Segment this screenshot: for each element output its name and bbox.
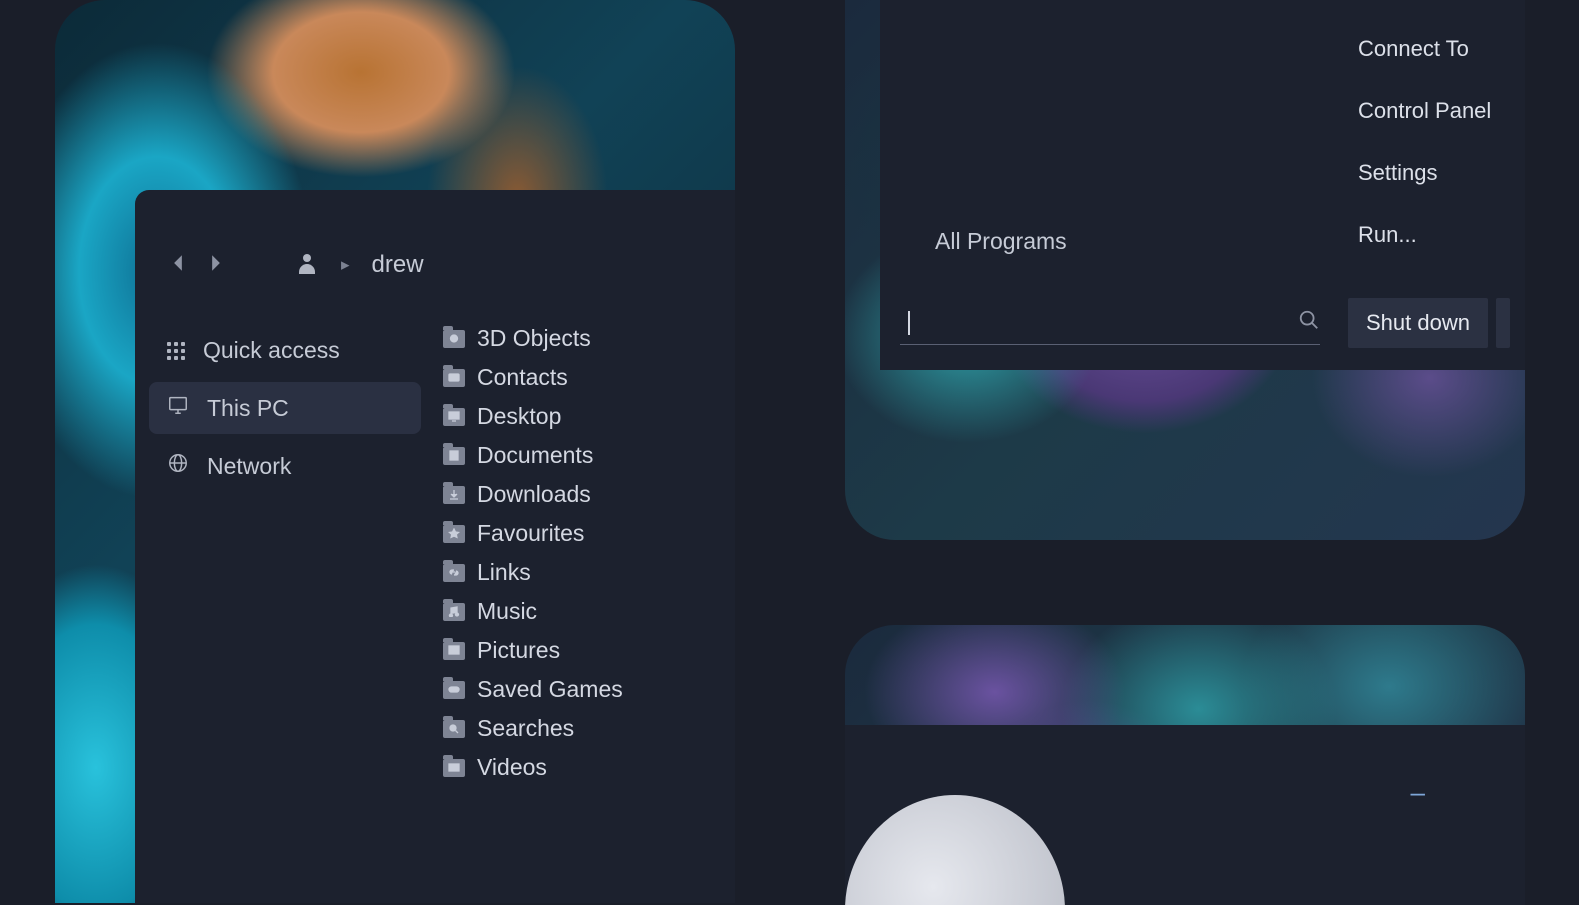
explorer-sidebar: Quick access This PC Network bbox=[135, 319, 435, 787]
folder-label: Pictures bbox=[477, 637, 560, 664]
left-preview-panel: ▸ drew Quick access This PC bbox=[55, 0, 735, 903]
folder-icon bbox=[443, 720, 465, 738]
folder-item[interactable]: Saved Games bbox=[443, 670, 735, 709]
sidebar-item-this-pc[interactable]: This PC bbox=[149, 382, 421, 434]
folder-icon bbox=[443, 369, 465, 387]
folder-label: Searches bbox=[477, 715, 574, 742]
menu-item-run[interactable]: Run... bbox=[1340, 204, 1525, 266]
sidebar-item-label: Quick access bbox=[203, 337, 340, 364]
breadcrumb-separator-icon: ▸ bbox=[341, 255, 350, 275]
folder-icon bbox=[443, 642, 465, 660]
folder-icon bbox=[443, 408, 465, 426]
monitor-icon bbox=[167, 394, 189, 422]
globe-icon bbox=[167, 452, 189, 480]
right-top-preview-panel: All Programs Connect To Control Panel Se… bbox=[845, 0, 1525, 540]
shutdown-options-button[interactable] bbox=[1496, 298, 1510, 348]
folder-item[interactable]: Contacts bbox=[443, 358, 735, 397]
folder-label: Music bbox=[477, 598, 537, 625]
folder-item[interactable]: Downloads bbox=[443, 475, 735, 514]
folder-icon bbox=[443, 759, 465, 777]
sidebar-item-network[interactable]: Network bbox=[149, 440, 421, 492]
app-window: – bbox=[845, 725, 1525, 905]
folder-icon bbox=[443, 603, 465, 621]
folder-label: Documents bbox=[477, 442, 593, 469]
right-bottom-preview-panel: – bbox=[845, 625, 1525, 905]
chevron-right-icon bbox=[209, 254, 223, 272]
all-programs-button[interactable]: All Programs bbox=[935, 228, 1067, 255]
folder-label: Favourites bbox=[477, 520, 584, 547]
folder-icon bbox=[443, 330, 465, 348]
folder-label: Saved Games bbox=[477, 676, 623, 703]
folder-item[interactable]: Searches bbox=[443, 709, 735, 748]
file-explorer-window: ▸ drew Quick access This PC bbox=[135, 190, 735, 903]
shutdown-button[interactable]: Shut down bbox=[1348, 298, 1488, 348]
grid-icon bbox=[167, 342, 185, 360]
user-icon bbox=[295, 250, 319, 279]
folder-icon bbox=[443, 486, 465, 504]
folder-item[interactable]: 3D Objects bbox=[443, 319, 735, 358]
folder-label: 3D Objects bbox=[477, 325, 591, 352]
breadcrumb-user[interactable]: drew bbox=[372, 251, 424, 279]
folder-item[interactable]: Desktop bbox=[443, 397, 735, 436]
minimize-button[interactable]: – bbox=[1411, 777, 1425, 808]
folder-item[interactable]: Favourites bbox=[443, 514, 735, 553]
sidebar-item-label: This PC bbox=[207, 395, 289, 422]
menu-item-connect-to[interactable]: Connect To bbox=[1340, 18, 1525, 80]
folder-icon bbox=[443, 681, 465, 699]
nav-back-button[interactable] bbox=[169, 252, 187, 278]
folder-item[interactable]: Links bbox=[443, 553, 735, 592]
start-menu-left-pane: All Programs bbox=[880, 0, 1340, 370]
folder-label: Links bbox=[477, 559, 531, 586]
folder-icon bbox=[443, 564, 465, 582]
folder-item[interactable]: Pictures bbox=[443, 631, 735, 670]
nav-forward-button[interactable] bbox=[207, 252, 225, 278]
folder-item[interactable]: Videos bbox=[443, 748, 735, 787]
folder-label: Contacts bbox=[477, 364, 568, 391]
explorer-nav-bar: ▸ drew bbox=[135, 220, 735, 319]
decorative-blob bbox=[845, 795, 1065, 905]
chevron-left-icon bbox=[171, 254, 185, 272]
folder-item[interactable]: Documents bbox=[443, 436, 735, 475]
start-search-row bbox=[900, 301, 1320, 345]
start-menu-right-pane: Connect To Control Panel Settings Run...… bbox=[1340, 0, 1525, 370]
search-icon bbox=[1298, 309, 1320, 336]
folder-label: Desktop bbox=[477, 403, 561, 430]
explorer-folder-list: 3D Objects Contacts Desktop Documents Downlo… bbox=[435, 319, 735, 787]
menu-item-control-panel[interactable]: Control Panel bbox=[1340, 80, 1525, 142]
sidebar-item-quick-access[interactable]: Quick access bbox=[149, 325, 421, 376]
start-menu: All Programs Connect To Control Panel Se… bbox=[880, 0, 1525, 370]
menu-item-settings[interactable]: Settings bbox=[1340, 142, 1525, 204]
folder-icon bbox=[443, 525, 465, 543]
folder-label: Downloads bbox=[477, 481, 591, 508]
folder-icon bbox=[443, 447, 465, 465]
folder-label: Videos bbox=[477, 754, 547, 781]
sidebar-item-label: Network bbox=[207, 453, 291, 480]
start-search-input[interactable] bbox=[910, 305, 1298, 340]
folder-item[interactable]: Music bbox=[443, 592, 735, 631]
